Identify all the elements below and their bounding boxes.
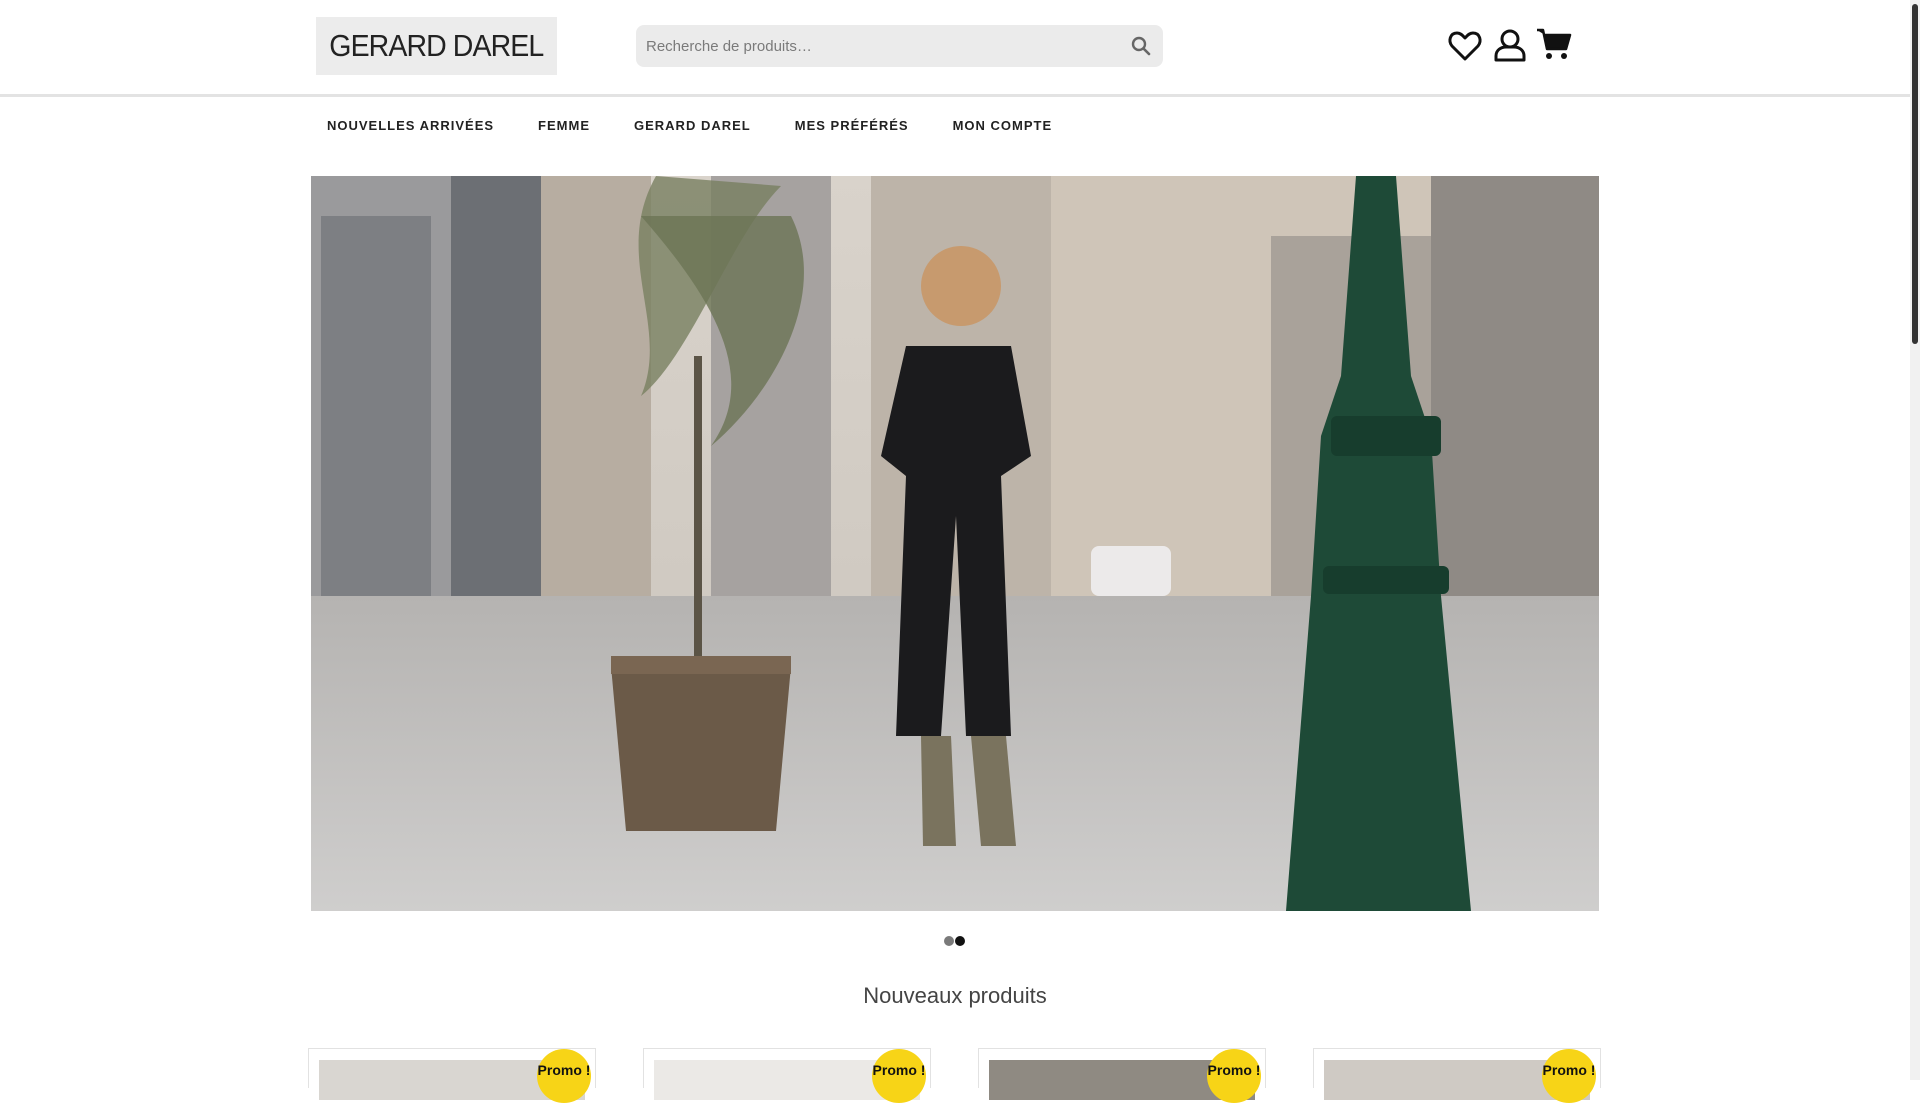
new-products-title: Nouveaux produits	[863, 983, 1047, 1008]
street-photo	[311, 176, 1599, 911]
nav-item-mes-preferes[interactable]: MES PRÉFÉRÉS	[795, 118, 909, 133]
user-icon[interactable]	[1492, 27, 1528, 63]
slider-dot-2[interactable]	[955, 936, 965, 946]
slider-dot-1[interactable]	[944, 936, 954, 946]
search-icon[interactable]	[1129, 34, 1153, 58]
product-card[interactable]: Promo !	[1313, 1048, 1601, 1103]
slider-dots	[944, 936, 965, 946]
heart-icon[interactable]	[1447, 28, 1483, 64]
product-card[interactable]: Promo !	[643, 1048, 931, 1103]
promo-badge: Promo !	[872, 1049, 926, 1103]
product-card[interactable]: Promo !	[308, 1048, 596, 1103]
site-logo[interactable]: GERARD DAREL	[316, 17, 557, 75]
promo-badge: Promo !	[1542, 1049, 1596, 1103]
site-header: GERARD DAREL	[0, 0, 1910, 97]
main-nav: NOUVELLES ARRIVÉES FEMME GERARD DAREL ME…	[327, 118, 1096, 133]
nav-item-gerard-darel[interactable]: GERARD DAREL	[634, 118, 751, 133]
nav-item-mon-compte[interactable]: MON COMPTE	[953, 118, 1053, 133]
logo-text: GERARD DAREL	[329, 28, 544, 63]
cart-icon[interactable]	[1536, 26, 1572, 62]
promo-badge: Promo !	[1207, 1049, 1261, 1103]
search-input[interactable]	[646, 25, 1106, 67]
nav-item-nouvelles-arrivees[interactable]: NOUVELLES ARRIVÉES	[327, 118, 494, 133]
search-bar	[636, 25, 1163, 67]
hero-slider-image[interactable]	[311, 176, 1599, 911]
promo-badge: Promo !	[537, 1049, 591, 1103]
product-card[interactable]: Promo !	[978, 1048, 1266, 1103]
page-scrollbar[interactable]	[1910, 0, 1920, 1080]
nav-item-femme[interactable]: FEMME	[538, 118, 590, 133]
scrollbar-thumb[interactable]	[1912, 4, 1918, 344]
